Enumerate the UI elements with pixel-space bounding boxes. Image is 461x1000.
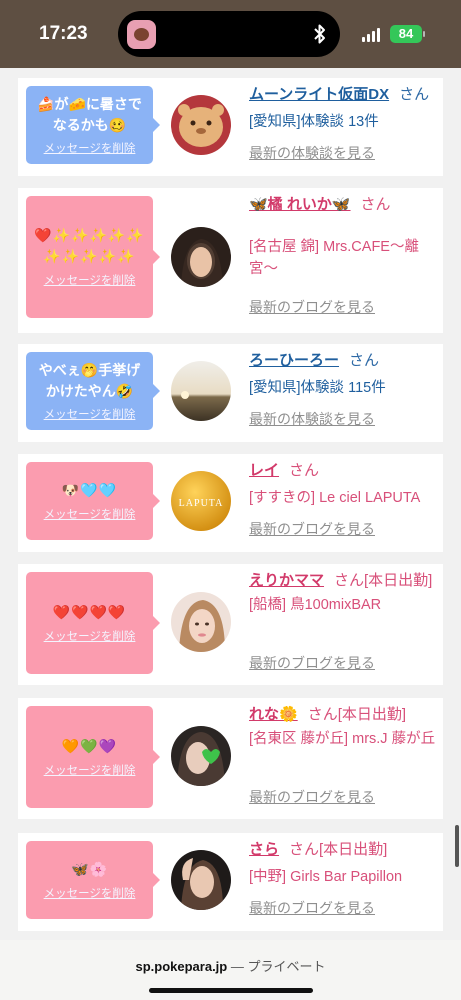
user-info: ろーひーろー さん [愛知県]体験談 115件 最新の体験談を見る xyxy=(249,350,439,427)
signal-icon xyxy=(362,28,380,42)
user-info: れな🌼 さん[本日出勤] [名東区 藤が丘] mrs.J 藤が丘 最新のブログを見… xyxy=(249,704,439,805)
message-card: ❤️❤️❤️❤️ メッセージを削除 えりかママ さん[本日出勤] [船橋] 鳥10… xyxy=(18,564,443,685)
latest-post-link[interactable]: 最新のブログを見る xyxy=(249,898,375,918)
browser-bottom-bar: sp.pokepara.jp — プライベート xyxy=(0,940,461,1000)
delete-message-link[interactable]: メッセージを削除 xyxy=(44,406,136,422)
avatar[interactable] xyxy=(171,850,231,910)
avatar[interactable] xyxy=(171,227,231,287)
message-bubble: 🧡💚💜 メッセージを削除 xyxy=(26,706,160,808)
message-text: ❤️❤️❤️❤️ xyxy=(52,604,127,621)
avatar[interactable] xyxy=(171,592,231,652)
avatar[interactable]: LAPUTA xyxy=(171,471,231,531)
avatar[interactable] xyxy=(171,726,231,786)
battery-tip xyxy=(423,31,425,37)
message-text: 🍰が🧀に暑さでなるかも🥴 xyxy=(37,96,142,133)
message-list[interactable]: 🍰が🧀に暑さでなるかも🥴 メッセージを削除 ムーンライト仮面DX さん [愛知県]… xyxy=(0,68,461,940)
avatar[interactable] xyxy=(171,95,231,155)
message-text: 🐶🩵🩵 xyxy=(61,482,118,499)
delete-message-link[interactable]: メッセージを削除 xyxy=(44,762,136,778)
delete-message-link[interactable]: メッセージを削除 xyxy=(44,140,136,156)
user-info: さら さん[本日出勤] [中野] Girls Bar Papillon 最新のブロ… xyxy=(249,839,439,916)
message-text: 🦋🌸 xyxy=(71,861,108,878)
address-bar[interactable]: sp.pokepara.jp — プライベート xyxy=(0,956,461,975)
delete-message-link[interactable]: メッセージを削除 xyxy=(44,885,136,901)
avatar[interactable] xyxy=(171,361,231,421)
message-card: ❤️✨✨✨✨✨✨✨✨✨✨ メッセージを削除 🦋橘 れいか🦋 さん [名古屋 錦] … xyxy=(18,188,443,333)
dynamic-island xyxy=(118,11,340,57)
message-card: 🦋🌸 メッセージを削除 さら さん[本日出勤] [中野] Girls Bar Pa… xyxy=(18,833,443,931)
message-text: 🧡💚💜 xyxy=(61,738,118,755)
separator: — xyxy=(230,959,244,974)
latest-post-link[interactable]: 最新のブログを見る xyxy=(249,519,375,539)
message-card: やべぇ🤭手挙げかけたやん🤣 メッセージを削除 ろーひーろー さん [愛知県]体験談… xyxy=(18,344,443,442)
user-info: ムーンライト仮面DX さん [愛知県]体験談 13件 最新の体験談を見る xyxy=(249,84,439,161)
name-suffix: さん xyxy=(349,352,380,369)
private-mode-label: プライベート xyxy=(247,959,326,974)
message-bubble: 🐶🩵🩵 メッセージを削除 xyxy=(26,462,160,540)
clock: 17:23 xyxy=(39,23,88,44)
message-text: ❤️✨✨✨✨✨✨✨✨✨✨ xyxy=(34,228,145,265)
user-info: 🦋橘 れいか🦋 さん [名古屋 錦] Mrs.CAFE〜離宮〜 最新のブログを見る xyxy=(249,194,439,315)
delete-message-link[interactable]: メッセージを削除 xyxy=(44,506,136,522)
user-name-link[interactable]: さら xyxy=(249,841,279,858)
message-card: 🍰が🧀に暑さでなるかも🥴 メッセージを削除 ムーンライト仮面DX さん [愛知県]… xyxy=(18,78,443,176)
latest-post-link[interactable]: 最新のブログを見る xyxy=(249,297,375,317)
user-detail: [すすきの] Le ciel LAPUTA xyxy=(249,490,421,506)
latest-post-link[interactable]: 最新のブログを見る xyxy=(249,787,375,807)
message-bubble: やべぇ🤭手挙げかけたやん🤣 メッセージを削除 xyxy=(26,352,160,430)
message-bubble: 🦋🌸 メッセージを削除 xyxy=(26,841,160,919)
message-card: 🧡💚💜 メッセージを削除 れな🌼 さん[本日出勤] [名東区 藤が丘] mrs.J… xyxy=(18,698,443,819)
message-bubble: 🍰が🧀に暑さでなるかも🥴 メッセージを削除 xyxy=(26,86,160,164)
message-card: 🐶🩵🩵 メッセージを削除 LAPUTA レイ さん [すすきの] Le ciel … xyxy=(18,454,443,552)
delete-message-link[interactable]: メッセージを削除 xyxy=(44,272,136,288)
name-suffix: さん xyxy=(399,86,430,103)
home-indicator[interactable] xyxy=(149,988,313,993)
app-icon xyxy=(127,20,156,49)
latest-post-link[interactable]: 最新の体験談を見る xyxy=(249,143,375,163)
scrollbar[interactable] xyxy=(455,825,459,867)
message-bubble: ❤️✨✨✨✨✨✨✨✨✨✨ メッセージを削除 xyxy=(26,196,160,318)
name-suffix: さん[本日出勤] xyxy=(307,706,407,723)
user-detail: [名東区 藤が丘] mrs.J 藤が丘 xyxy=(249,731,436,747)
delete-message-link[interactable]: メッセージを削除 xyxy=(44,628,136,644)
name-suffix: さん[本日出勤] xyxy=(289,841,388,858)
user-name-link[interactable]: 🦋橘 れいか🦋 xyxy=(249,196,351,213)
avatar-logo-text: LAPUTA xyxy=(179,498,224,509)
user-detail: [愛知県]体験談 13件 xyxy=(249,114,379,130)
user-detail: [愛知県]体験談 115件 xyxy=(249,380,386,396)
user-info: レイ さん [すすきの] Le ciel LAPUTA 最新のブログを見る xyxy=(249,460,439,537)
name-suffix: さん xyxy=(360,196,391,213)
status-bar: 17:23 84 xyxy=(0,0,461,68)
user-detail: [船橋] 鳥100mixBAR xyxy=(249,597,382,613)
latest-post-link[interactable]: 最新の体験談を見る xyxy=(249,409,375,429)
name-suffix: さん[本日出勤] xyxy=(334,572,433,589)
name-suffix: さん xyxy=(289,462,320,479)
user-name-link[interactable]: えりかママ xyxy=(249,572,324,589)
site-domain: sp.pokepara.jp xyxy=(135,959,228,974)
message-text: やべぇ🤭手挙げかけたやん🤣 xyxy=(38,362,141,399)
user-name-link[interactable]: レイ xyxy=(249,462,279,479)
battery-icon: 84 xyxy=(390,25,422,43)
user-name-link[interactable]: れな🌼 xyxy=(249,706,298,723)
user-info: えりかママ さん[本日出勤] [船橋] 鳥100mixBAR 最新のブログを見る xyxy=(249,570,439,671)
latest-post-link[interactable]: 最新のブログを見る xyxy=(249,653,375,673)
user-detail: [名古屋 錦] Mrs.CAFE〜離宮〜 xyxy=(249,239,419,277)
message-bubble: ❤️❤️❤️❤️ メッセージを削除 xyxy=(26,572,160,674)
user-detail: [中野] Girls Bar Papillon xyxy=(249,869,403,885)
bluetooth-icon xyxy=(314,24,325,44)
user-name-link[interactable]: ろーひーろー xyxy=(249,352,339,369)
user-name-link[interactable]: ムーンライト仮面DX xyxy=(249,86,389,103)
